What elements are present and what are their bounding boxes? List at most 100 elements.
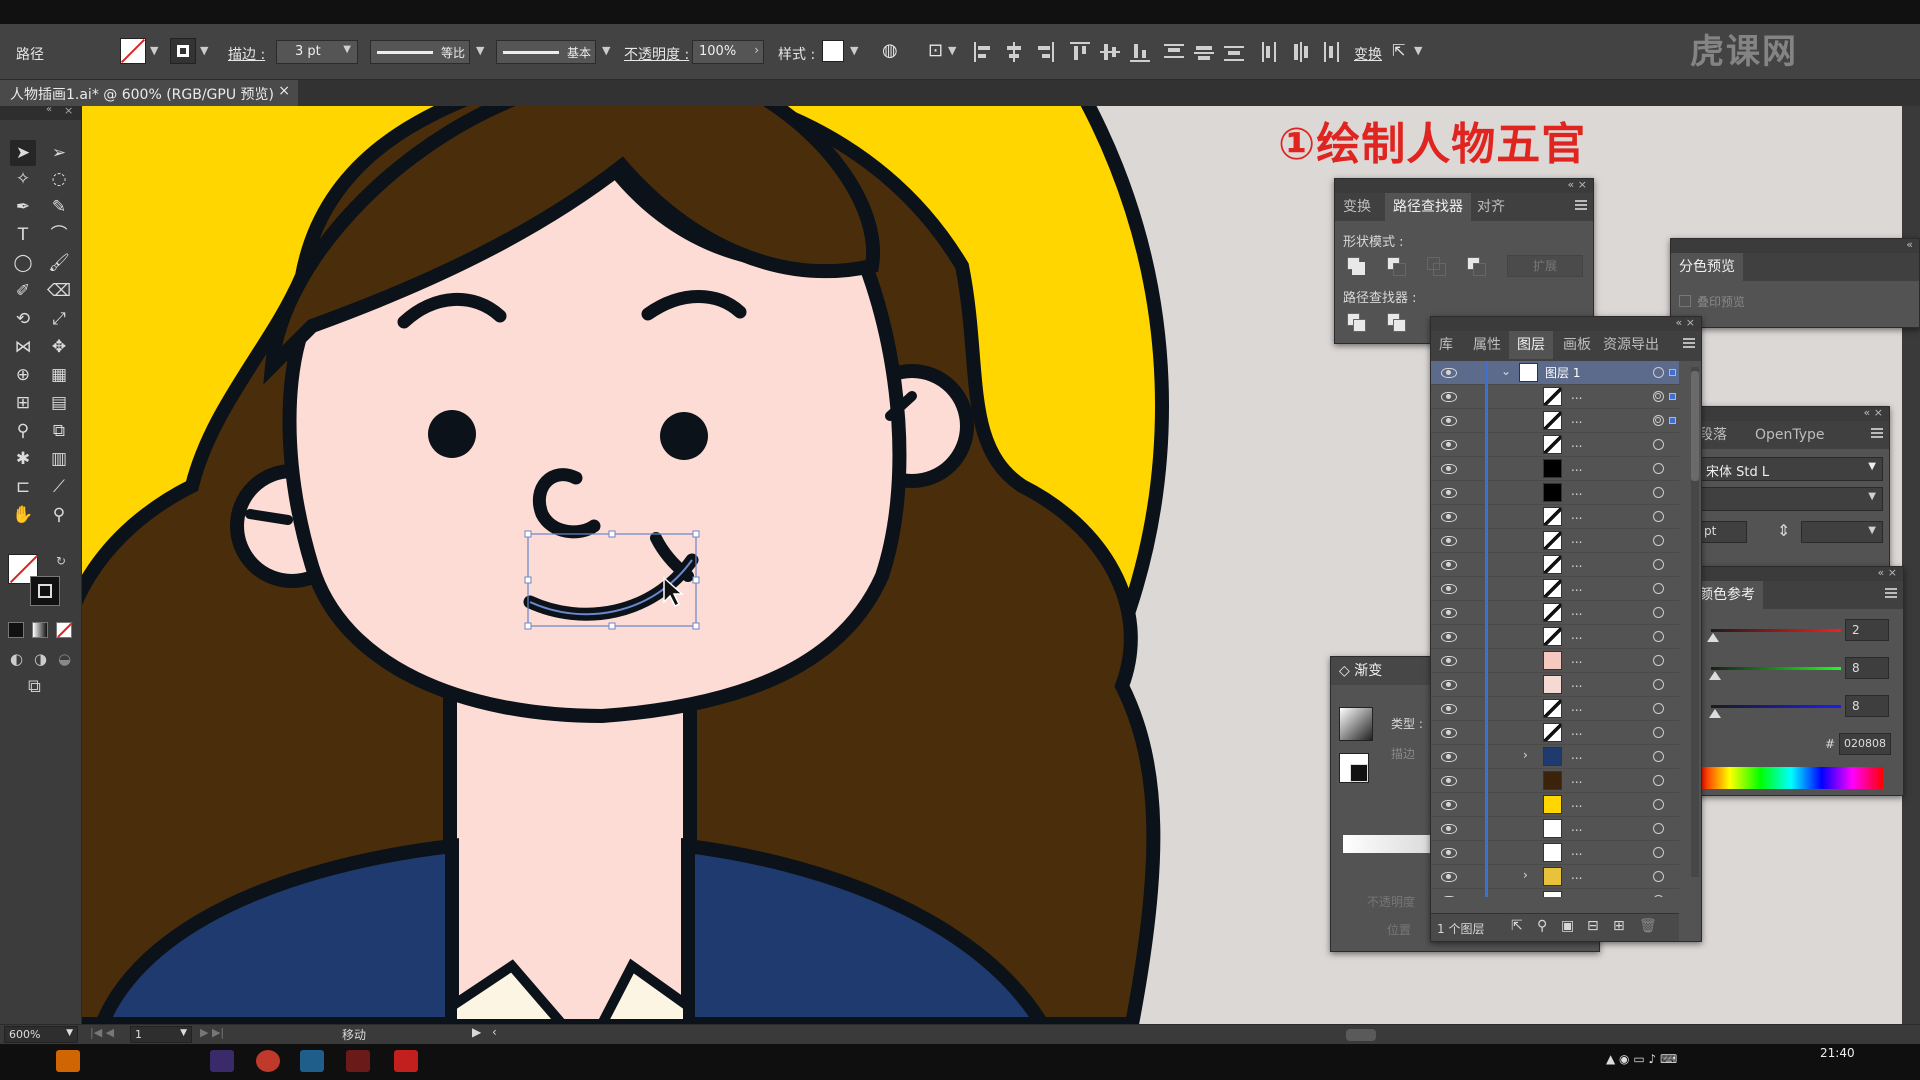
photoshop-taskbar-icon[interactable] <box>300 1050 324 1072</box>
distribute-middle-icon[interactable] <box>1194 42 1214 62</box>
divide-icon[interactable] <box>1345 311 1367 333</box>
visibility-eye-icon[interactable] <box>1441 846 1457 858</box>
intersect-icon[interactable] <box>1425 255 1447 277</box>
mesh-tool-icon[interactable]: ⊞ <box>10 390 36 416</box>
stroke-label[interactable]: 描边 : <box>228 44 265 64</box>
tab-align[interactable]: 对齐 <box>1469 193 1513 221</box>
sublayer-name[interactable]: ... <box>1571 556 1582 570</box>
curvature-tool-icon[interactable]: ✎ <box>46 194 72 220</box>
tab-separations[interactable]: 分色预览 <box>1671 253 1743 281</box>
column-graph-tool-icon[interactable]: ▥ <box>46 446 72 472</box>
eyedropper-tool-icon[interactable]: ⚲ <box>10 418 36 444</box>
opacity-field[interactable]: 100% › <box>692 40 764 64</box>
minus-front-icon[interactable] <box>1385 255 1407 277</box>
sublayer-name[interactable]: ... <box>1571 628 1582 642</box>
slice-tool-icon[interactable]: ⟋ <box>46 474 72 500</box>
tab-properties[interactable]: 属性 <box>1465 331 1509 359</box>
target-icon[interactable] <box>1653 583 1664 594</box>
selection-tool-icon[interactable]: ➤ <box>10 140 36 166</box>
visibility-eye-icon[interactable] <box>1441 702 1457 714</box>
visibility-eye-icon[interactable] <box>1441 414 1457 426</box>
hand-tool-icon[interactable]: ✋ <box>10 502 36 528</box>
visibility-eye-icon[interactable] <box>1441 822 1457 834</box>
search-icon[interactable]: ⚲ <box>1537 918 1547 934</box>
eraser-tool-icon[interactable]: ⌫ <box>46 278 72 304</box>
pen-tool-icon[interactable]: ✒ <box>10 194 36 220</box>
sublayer-row[interactable]: ... <box>1431 673 1679 697</box>
stroke-swatch[interactable] <box>170 38 196 64</box>
align-right-icon[interactable] <box>1034 42 1054 62</box>
red-slider[interactable] <box>1711 629 1841 632</box>
gradient-mode-icon[interactable] <box>32 622 48 638</box>
document-tab[interactable]: 人物插画1.ai* @ 600% (RGB/GPU 预览) × <box>0 80 298 106</box>
visibility-eye-icon[interactable] <box>1441 774 1457 786</box>
sublayer-name[interactable]: ... <box>1571 724 1582 738</box>
zoom-tool-icon[interactable]: ⚲ <box>46 502 72 528</box>
sublayer-name[interactable]: ... <box>1571 580 1582 594</box>
sublayer-row[interactable]: ... <box>1431 409 1679 433</box>
trim-icon[interactable] <box>1385 311 1407 333</box>
ellipse-tool-icon[interactable]: ◯ <box>10 250 36 276</box>
illustrator-taskbar-icon[interactable] <box>56 1050 80 1072</box>
sublayer-row[interactable]: ... <box>1431 553 1679 577</box>
blue-value-field[interactable]: 8 <box>1845 695 1889 717</box>
target-icon[interactable] <box>1653 799 1664 810</box>
sublayer-name[interactable]: ... <box>1571 700 1582 714</box>
transform-label[interactable]: 变换 <box>1354 44 1382 64</box>
sublayer-name[interactable]: ... <box>1571 460 1582 474</box>
visibility-eye-icon[interactable] <box>1441 606 1457 618</box>
opacity-label[interactable]: 不透明度 : <box>624 44 689 64</box>
visibility-eye-icon[interactable] <box>1441 534 1457 546</box>
close-icon[interactable]: « × <box>1864 406 1883 419</box>
visibility-eye-icon[interactable] <box>1441 870 1457 882</box>
visibility-eye-icon[interactable] <box>1441 510 1457 522</box>
green-value-field[interactable]: 8 <box>1845 657 1889 679</box>
stroke-color-swatch[interactable] <box>30 576 60 606</box>
sublayer-name[interactable]: ... <box>1571 772 1582 786</box>
leading-field[interactable]: ▼ <box>1801 521 1883 543</box>
sublayer-row[interactable]: ›... <box>1431 865 1679 889</box>
sublayer-name[interactable]: ... <box>1571 652 1582 666</box>
visibility-eye-icon[interactable] <box>1441 894 1457 897</box>
collapse-icon[interactable]: « <box>46 104 52 115</box>
sublayer-row[interactable]: ... <box>1431 817 1679 841</box>
draw-inside-icon[interactable]: ◒ <box>58 650 71 668</box>
target-icon[interactable] <box>1653 415 1664 426</box>
align-center-icon[interactable] <box>1004 42 1024 62</box>
align-left-icon[interactable] <box>974 42 994 62</box>
blue-slider[interactable] <box>1711 705 1841 708</box>
sublayer-name[interactable]: ... <box>1571 604 1582 618</box>
visibility-eye-icon[interactable] <box>1441 726 1457 738</box>
target-icon[interactable] <box>1653 871 1664 882</box>
screen-mode-icon[interactable]: ⧉ <box>28 676 41 697</box>
visibility-eye-icon[interactable] <box>1441 630 1457 642</box>
target-icon[interactable] <box>1653 463 1664 474</box>
sublayer-name[interactable]: ... <box>1571 484 1582 498</box>
shape-builder-tool-icon[interactable]: ⊕ <box>10 362 36 388</box>
chevron-right-icon[interactable]: › <box>1523 748 1528 762</box>
zoom-field[interactable]: 600% ▼ <box>4 1026 78 1043</box>
sublayer-name[interactable]: ... <box>1571 532 1582 546</box>
first-artboard-icon[interactable]: |◀ ◀ <box>90 1026 114 1039</box>
visibility-eye-icon[interactable] <box>1441 582 1457 594</box>
distribute-left-icon[interactable] <box>1260 42 1280 62</box>
magic-wand-tool-icon[interactable]: ✧ <box>10 166 36 192</box>
close-icon[interactable]: « × <box>1878 566 1897 579</box>
target-icon[interactable] <box>1653 607 1664 618</box>
artboard-tool-icon[interactable]: ⊏ <box>10 474 36 500</box>
target-icon[interactable] <box>1653 391 1664 402</box>
visibility-eye-icon[interactable] <box>1441 798 1457 810</box>
visibility-eye-icon[interactable] <box>1441 462 1457 474</box>
font-style-field[interactable]: ▼ <box>1697 487 1883 511</box>
sublayer-row[interactable]: ... <box>1431 577 1679 601</box>
sublayer-row[interactable]: ... <box>1431 433 1679 457</box>
clipping-mask-icon[interactable]: ▣ <box>1561 918 1574 934</box>
target-icon[interactable] <box>1653 511 1664 522</box>
align-top-icon[interactable] <box>1070 42 1090 62</box>
sublayer-name[interactable]: ... <box>1571 388 1582 402</box>
close-icon[interactable]: « × <box>1676 316 1695 329</box>
target-icon[interactable] <box>1653 679 1664 690</box>
sublayer-name[interactable]: ... <box>1571 892 1582 897</box>
target-icon[interactable] <box>1653 631 1664 642</box>
swap-colors-icon[interactable]: ↻ <box>56 554 66 568</box>
